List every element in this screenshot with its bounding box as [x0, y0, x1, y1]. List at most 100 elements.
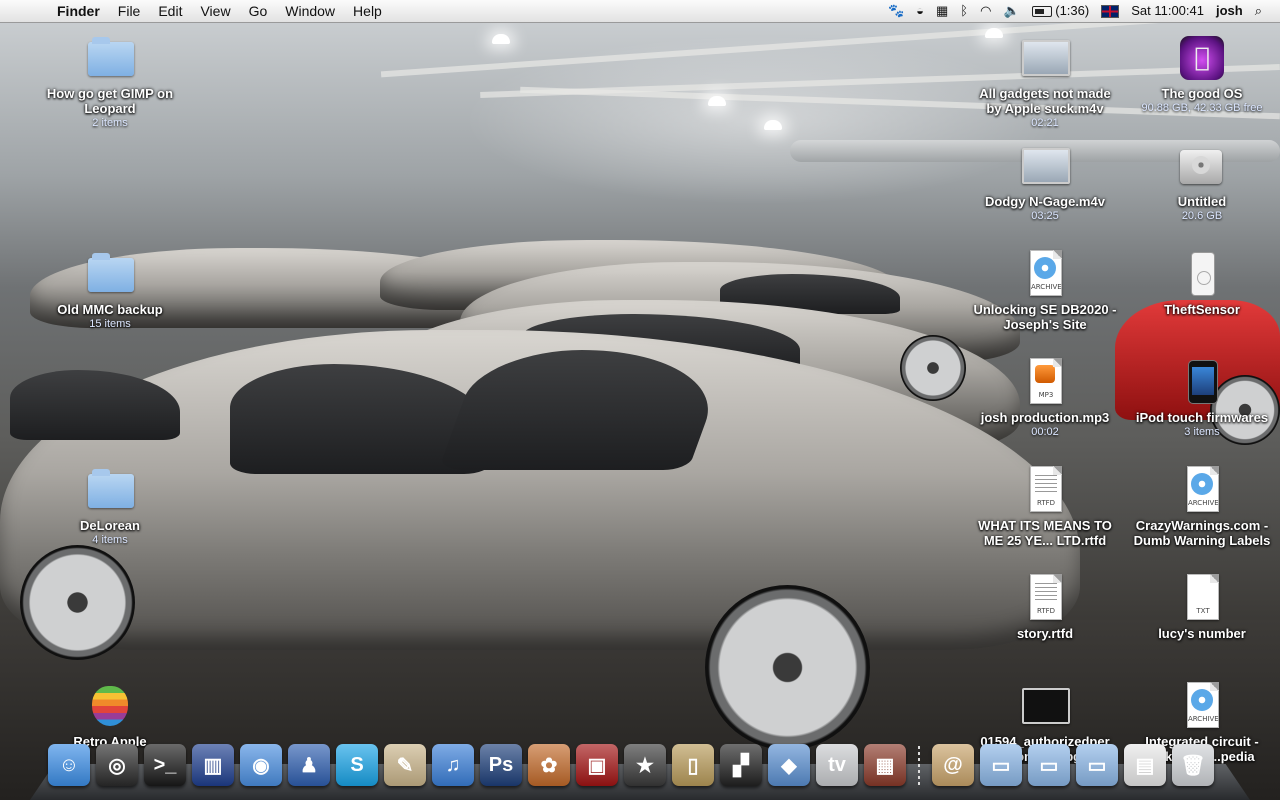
dock-item-glyph: ▭ [1087, 754, 1107, 777]
dock-item-glyph: ◉ [252, 754, 270, 777]
apple-tv-icon[interactable]: tv [816, 744, 858, 786]
webarchive-icon: ARCHIVE [1030, 250, 1062, 296]
dock-item-glyph: ☺ [58, 753, 80, 776]
menu-go[interactable]: Go [240, 0, 277, 22]
desktop-icon-label: Dodgy N-Gage.m4v [985, 194, 1105, 209]
menu-user[interactable]: josh [1210, 0, 1249, 22]
desktop-icon-gadgets-movie[interactable]: All gadgets not made by Apple suck.m4v 0… [970, 34, 1120, 130]
dock-item-glyph: ★ [636, 754, 654, 777]
apple-drive-icon [1180, 36, 1224, 80]
disc-icon[interactable]: ◒ [910, 0, 930, 22]
menu-help[interactable]: Help [344, 0, 391, 22]
dock-item-glyph: ◎ [108, 754, 126, 777]
cinema-icon[interactable]: ▦ [864, 744, 906, 786]
desktop-icon-info: 02:21 [1031, 117, 1059, 129]
movie-icon [1022, 148, 1070, 184]
menu-app-name[interactable]: Finder [48, 0, 109, 22]
document-stack-icon[interactable]: ▤ [1124, 744, 1166, 786]
desktop-icon-lucys-number[interactable]: TXT lucy's number [1127, 574, 1277, 641]
desktop-icon-ipod-firmwares[interactable]: iPod touch firmwares 3 items [1127, 358, 1277, 439]
desktop-icon-mmc-folder[interactable]: Old MMC backup 15 items [35, 250, 185, 331]
desktop-icon-label: lucy's number [1158, 626, 1246, 641]
ichat-icon[interactable]: ◉ [240, 744, 282, 786]
desktop-icon-info: 2 items [92, 117, 128, 129]
battery-icon[interactable]: (1:36) [1026, 0, 1096, 22]
volume-icon[interactable]: 🔈 [997, 0, 1025, 22]
spaces-icon[interactable]: ▦ [930, 0, 954, 22]
gadget-icon[interactable]: ▯ [672, 744, 714, 786]
menu-view[interactable]: View [191, 0, 239, 22]
dock-item-glyph: @ [943, 753, 963, 776]
preview-icon[interactable]: ✎ [384, 744, 426, 786]
rtfd-icon: RTFD [1030, 466, 1062, 512]
photoshop-icon[interactable]: Ps [480, 744, 522, 786]
dock-separator[interactable] [918, 746, 920, 786]
dock-item-glyph: ◆ [781, 754, 797, 777]
mp3-icon: MP3 [1030, 358, 1062, 404]
adium-icon[interactable]: ♟ [288, 744, 330, 786]
dashboard-icon[interactable]: ◎ [96, 744, 138, 786]
folder-icon [88, 469, 134, 508]
terminal-icon[interactable]: >_ [144, 744, 186, 786]
desktop-icon-label: iPod touch firmwares [1135, 410, 1269, 425]
image-icon [1022, 688, 1070, 724]
desktop-icon-unlocking-archive[interactable]: ARCHIVE Unlocking SE DB2020 - Joseph's S… [970, 250, 1120, 332]
menu-file[interactable]: File [109, 0, 150, 22]
menu-clock[interactable]: Sat 11:00:41 [1125, 0, 1210, 22]
documents-folder-icon[interactable]: ▭ [1028, 744, 1070, 786]
desktop-icon-info: 03:25 [1031, 210, 1059, 222]
dock-item-glyph: ▦ [875, 754, 895, 777]
menu-window[interactable]: Window [276, 0, 344, 22]
desktop-icon-label: The good OS [1161, 86, 1243, 101]
webarchive-icon: ARCHIVE [1187, 466, 1219, 512]
front-row-icon[interactable]: ◆ [768, 744, 810, 786]
desktop-icon-label: Unlocking SE DB2020 - Joseph's Site [973, 302, 1117, 332]
bluetooth-icon[interactable]: ᛒ [954, 0, 974, 22]
skype-icon[interactable]: S [336, 744, 378, 786]
itunes-icon[interactable]: ♫ [432, 744, 474, 786]
desktop-icon-good-os-drive[interactable]: The good OS 90.88 GB, 42.33 GB free [1127, 34, 1277, 115]
desktop-icon-label: Old MMC backup [57, 302, 163, 317]
desktop-icon-josh-mp3[interactable]: MP3 josh production.mp3 00:02 [970, 358, 1120, 439]
desktop-icon-label: TheftSensor [1164, 302, 1240, 317]
dock-item-glyph: ▭ [1039, 754, 1059, 777]
battery-time: (1:36) [1055, 3, 1090, 18]
wifi-icon[interactable]: ◠ [974, 0, 997, 22]
webarchive-icon: ARCHIVE [1187, 682, 1219, 728]
dock-item-glyph: ▯ [687, 754, 699, 777]
desktop-icon-what-its-means-rtfd[interactable]: RTFD WHAT ITS MEANS TO ME 25 YE... LTD.r… [970, 466, 1120, 548]
spotlight-icon[interactable]: ⌕ [1249, 0, 1268, 22]
desktop-icon-story-rtfd[interactable]: RTFD story.rtfd [970, 574, 1120, 641]
downloads-folder-icon[interactable]: ▭ [1076, 744, 1118, 786]
desktop-icon-untitled-drive[interactable]: Untitled 20.6 GB [1127, 142, 1277, 223]
trash-icon[interactable]: 🗑 [1172, 744, 1214, 786]
finder-icon[interactable]: ☺ [48, 744, 90, 786]
desktop-icon-label: CrazyWarnings.com - Dumb Warning Labels [1133, 518, 1271, 548]
iphoto-icon[interactable]: ✿ [528, 744, 570, 786]
desktop-icon-ngage-movie[interactable]: Dodgy N-Gage.m4v 03:25 [970, 142, 1120, 223]
tardis-icon[interactable]: ▥ [192, 744, 234, 786]
clapper-icon[interactable]: ▞ [720, 744, 762, 786]
desktop-icon-crazywarnings-archive[interactable]: ARCHIVE CrazyWarnings.com - Dumb Warning… [1127, 466, 1277, 548]
rainbow-apple-icon [92, 686, 128, 726]
desktop-icon-theftsensor[interactable]: TheftSensor [1127, 250, 1277, 317]
desktop-icon-label: josh production.mp3 [980, 410, 1110, 425]
menu-bar: Finder File Edit View Go Window Help 🐾 ◒… [0, 0, 1280, 23]
desktop-icon-info: 00:02 [1031, 426, 1059, 438]
imovie-icon[interactable]: ★ [624, 744, 666, 786]
menu-edit[interactable]: Edit [149, 0, 191, 22]
applications-folder-icon[interactable]: ▭ [980, 744, 1022, 786]
folder-icon [88, 37, 134, 76]
uk-flag-icon[interactable] [1095, 0, 1125, 22]
menu-extras: 🐾 ◒ ▦ ᛒ ◠ 🔈 (1:36) Sat 11:00:41 josh ⌕ [882, 0, 1280, 22]
folder-icon [88, 253, 134, 292]
address-book-stack-icon[interactable]: @ [932, 744, 974, 786]
paw-icon[interactable]: 🐾 [882, 0, 910, 22]
desktop-icon-delorean-folder[interactable]: DeLorean 4 items [35, 466, 185, 547]
desktop-icon-label: story.rtfd [1016, 626, 1074, 641]
desktop-icon-gimp-folder[interactable]: How go get GIMP on Leopard 2 items [35, 34, 185, 130]
desktop-icon-info: 15 items [89, 318, 131, 330]
dock-item-glyph: ✎ [396, 754, 414, 777]
photo-booth-icon[interactable]: ▣ [576, 744, 618, 786]
desktop-icon-label: Untitled [1177, 194, 1227, 209]
